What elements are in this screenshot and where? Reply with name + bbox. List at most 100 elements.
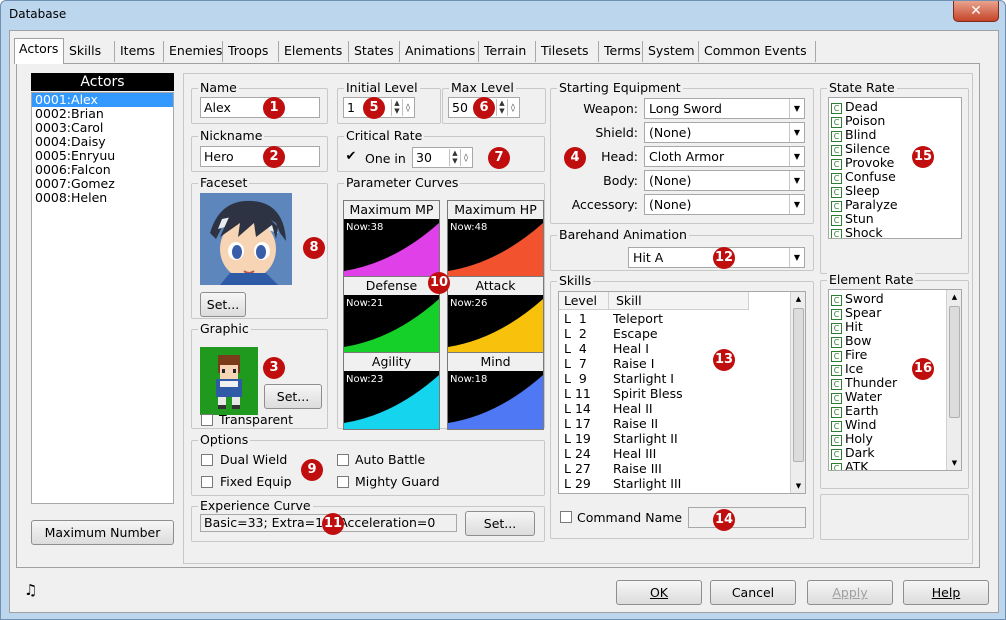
critical-rate-spinner[interactable]: 30 ▲ ▼ ◊ [412, 147, 473, 168]
scroll-up-icon[interactable]: ▲ [791, 292, 805, 306]
transparent-checkbox[interactable] [201, 414, 213, 426]
table-row[interactable]: L 7 Raise I [559, 356, 787, 371]
tab-common-events[interactable]: Common Events [700, 41, 816, 62]
table-row[interactable]: L 27 Raise III [559, 461, 787, 476]
help-button[interactable]: Help [903, 580, 989, 605]
table-row[interactable]: L 24 Heal III [559, 446, 787, 461]
table-row[interactable]: L 1 Teleport [559, 311, 787, 326]
tab-terms[interactable]: Terms [600, 41, 643, 62]
experience-set-button[interactable]: Set... [465, 511, 535, 536]
skills-list[interactable]: Level Skill L 1 Teleport L 2 Escape L 4 Heal … [558, 291, 806, 494]
list-item[interactable]: C Fire [829, 348, 961, 362]
graphic-sprite[interactable] [200, 347, 258, 415]
list-item[interactable]: C Stun [829, 212, 961, 226]
list-item[interactable]: C Bow [829, 334, 961, 348]
list-item[interactable]: 0008:Helen [32, 191, 173, 205]
fixed-equip-checkbox[interactable] [201, 476, 213, 488]
name-field[interactable]: Alex [200, 97, 320, 118]
dual-wield-checkbox[interactable] [201, 454, 213, 466]
tab-animations[interactable]: Animations [401, 41, 479, 62]
list-item[interactable]: C Ice [829, 362, 961, 376]
list-item[interactable]: 0006:Falcon [32, 163, 173, 177]
critical-rate-checkbox[interactable]: ✔ [345, 150, 357, 164]
dropdown-arrow-icon[interactable]: ▼ [789, 171, 804, 190]
curve-agility[interactable]: Agility Now:23 [343, 352, 440, 430]
table-row[interactable]: L 11 Spirit Bless [559, 386, 787, 401]
list-item[interactable]: C Holy [829, 432, 961, 446]
curve-defense[interactable]: Defense Now:21 [343, 276, 440, 354]
list-item[interactable]: 0002:Brian [32, 107, 173, 121]
equip-slot-select[interactable]: Cloth Armor ▼ [644, 146, 805, 167]
list-item[interactable]: 0004:Daisy [32, 135, 173, 149]
equip-slot-select[interactable]: (None) ▼ [644, 170, 805, 191]
scroll-thumb[interactable] [793, 308, 804, 462]
list-item[interactable]: C Wind [829, 418, 961, 432]
table-row[interactable]: L 2 Escape [559, 326, 787, 341]
list-item[interactable]: C Water [829, 390, 961, 404]
command-name-checkbox[interactable] [560, 511, 572, 523]
list-item[interactable]: C Spear [829, 306, 961, 320]
table-row[interactable]: L 9 Starlight I [559, 371, 787, 386]
tab-troops[interactable]: Troops [224, 41, 279, 62]
equip-slot-select[interactable]: (None) ▼ [644, 194, 805, 215]
table-row[interactable]: L 4 Heal I [559, 341, 787, 356]
equip-slot-select[interactable]: Long Sword ▼ [644, 98, 805, 119]
curve-attack[interactable]: Attack Now:26 [447, 276, 544, 354]
tab-enemies[interactable]: Enemies [165, 41, 223, 62]
faceset-set-button[interactable]: Set... [200, 292, 246, 317]
auto-battle-checkbox[interactable] [337, 454, 349, 466]
dropdown-arrow-icon[interactable]: ▼ [789, 147, 804, 166]
scroll-thumb[interactable] [949, 306, 960, 418]
list-item[interactable]: C Provoke [829, 156, 961, 170]
maximum-number-button[interactable]: Maximum Number [31, 520, 174, 545]
table-row[interactable]: L 19 Starlight II [559, 431, 787, 446]
dropdown-arrow-icon[interactable]: ▼ [789, 195, 804, 214]
list-item[interactable]: C Confuse [829, 170, 961, 184]
apply-button[interactable]: Apply [807, 580, 893, 605]
list-item[interactable]: 0003:Carol [32, 121, 173, 135]
list-item[interactable]: 0001:Alex [32, 93, 173, 107]
list-item[interactable]: 0005:Enryuu [32, 149, 173, 163]
tab-elements[interactable]: Elements [280, 41, 349, 62]
dropdown-arrow-icon[interactable]: ▼ [789, 99, 804, 118]
dropdown-arrow-icon[interactable]: ▼ [789, 123, 804, 142]
tab-states[interactable]: States [350, 41, 400, 62]
element-scrollbar[interactable]: ▲ ▼ [946, 290, 961, 470]
list-item[interactable]: C Earth [829, 404, 961, 418]
ok-button[interactable]: OK [616, 580, 702, 605]
skills-scrollbar[interactable]: ▲ ▼ [790, 292, 805, 493]
curve-maximum-hp[interactable]: Maximum HP Now:48 [447, 200, 544, 278]
scroll-down-icon[interactable]: ▼ [947, 456, 961, 470]
spin-arrows-icon[interactable]: ▲ ▼ [391, 99, 402, 116]
curve-mind[interactable]: Mind Now:18 [447, 352, 544, 430]
tab-tilesets[interactable]: Tilesets [537, 41, 599, 62]
list-item[interactable]: C Hit [829, 320, 961, 334]
state-rate-list[interactable]: C Dead C Poison C Blind C Silence C Provoke C Confu… [828, 97, 962, 239]
spin-arrows-icon[interactable]: ▲ ▼ [449, 149, 460, 166]
list-item[interactable]: C Thunder [829, 376, 961, 390]
element-rate-list[interactable]: C Sword C Spear C Hit C Bow C Fire C Ice C Thunder C Wa… [828, 289, 962, 471]
list-item[interactable]: C Shock [829, 226, 961, 238]
tab-skills[interactable]: Skills [65, 41, 115, 62]
spin-diamond-icon[interactable]: ◊ [460, 149, 471, 166]
list-item[interactable]: C Sword [829, 292, 961, 306]
dropdown-arrow-icon[interactable]: ▼ [789, 248, 804, 267]
mighty-guard-checkbox[interactable] [337, 476, 349, 488]
col-skill-header[interactable]: Skill [610, 292, 749, 309]
list-item[interactable]: C Sleep [829, 184, 961, 198]
faceset-image[interactable] [200, 193, 292, 285]
close-button[interactable]: ✕ [953, 1, 999, 22]
graphic-set-button[interactable]: Set... [264, 384, 322, 409]
tab-items[interactable]: Items [116, 41, 164, 62]
tab-system[interactable]: System [644, 41, 699, 62]
table-row[interactable]: L 29 Starlight III [559, 476, 787, 491]
cancel-button[interactable]: Cancel [710, 580, 796, 605]
tab-actors[interactable]: Actors [14, 38, 64, 64]
scroll-down-icon[interactable]: ▼ [791, 479, 805, 493]
list-item[interactable]: C Blind [829, 128, 961, 142]
scroll-up-icon[interactable]: ▲ [947, 290, 961, 304]
equip-slot-select[interactable]: (None) ▼ [644, 122, 805, 143]
list-item[interactable]: C Silence [829, 142, 961, 156]
list-item[interactable]: 0007:Gomez [32, 177, 173, 191]
spin-diamond-icon[interactable]: ◊ [402, 99, 413, 116]
